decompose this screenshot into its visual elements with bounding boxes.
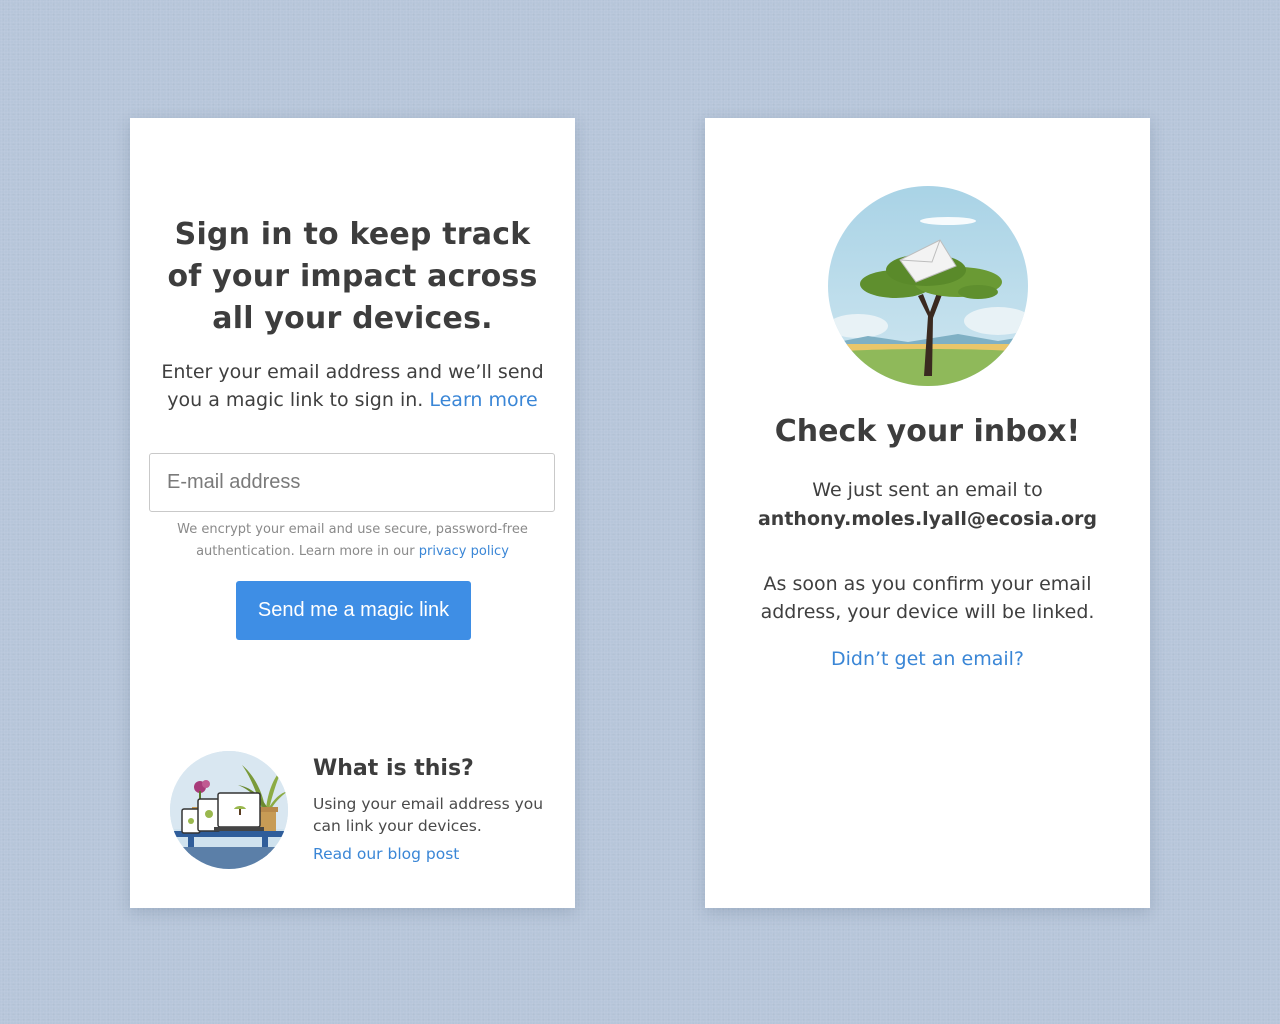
- inbox-sent-message: We just sent an email to anthony.moles.ly…: [705, 476, 1150, 534]
- inbox-confirm-text: As soon as you confirm your email addres…: [760, 573, 1095, 623]
- whatis-body: Using your email address you can link yo…: [313, 795, 544, 835]
- inbox-title: Check your inbox!: [774, 414, 1081, 449]
- inbox-sent-text: We just sent an email to: [812, 479, 1043, 501]
- signin-heading: Sign in to keep track of your impact acr…: [167, 217, 538, 336]
- email-input[interactable]: [149, 453, 555, 512]
- send-magic-link-button[interactable]: Send me a magic link: [236, 581, 471, 640]
- encrypt-note: We encrypt your email and use secure, pa…: [160, 519, 545, 563]
- privacy-policy-link[interactable]: privacy policy: [419, 544, 509, 559]
- envelope-tree-illustration-icon: [828, 186, 1028, 386]
- blog-post-link[interactable]: Read our blog post: [313, 845, 459, 863]
- learn-more-link[interactable]: Learn more: [429, 389, 537, 411]
- whatis-title: What is this?: [313, 756, 474, 781]
- resend-email-link[interactable]: Didn’t get an email?: [705, 648, 1150, 670]
- inbox-email-address: anthony.moles.lyall@ecosia.org: [757, 508, 1097, 530]
- inbox-card: Check your inbox! We just sent an email …: [705, 118, 1150, 908]
- signin-card: Sign in to keep track of your impact acr…: [130, 118, 575, 908]
- signin-subtitle: Enter your email address and we’ll send …: [146, 358, 559, 414]
- devices-illustration-icon: [170, 751, 288, 869]
